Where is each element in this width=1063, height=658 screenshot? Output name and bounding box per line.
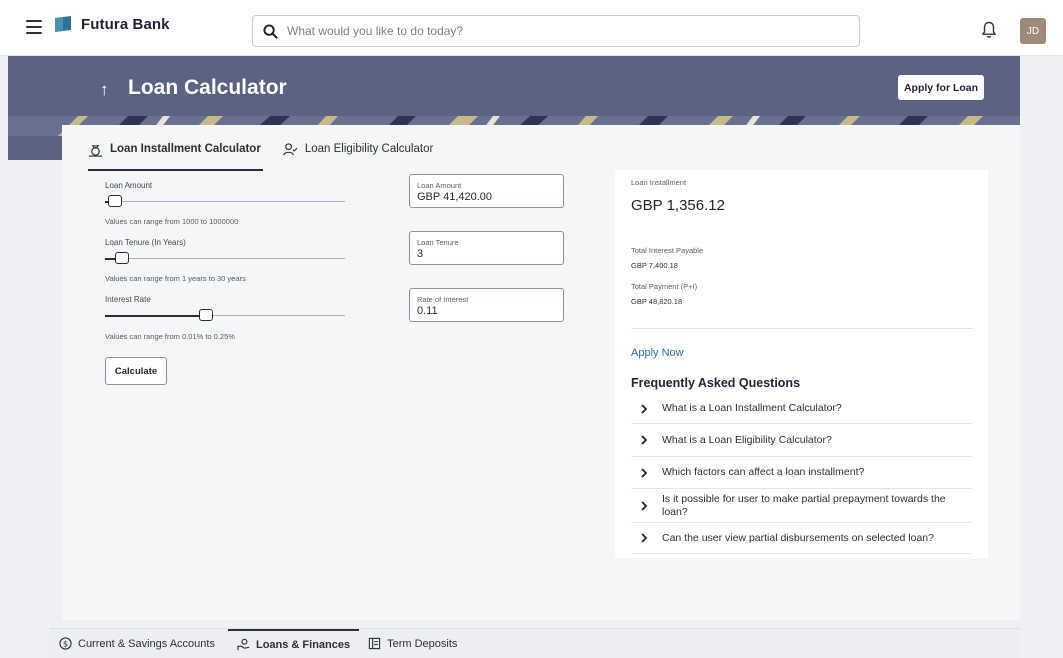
field-label: Rate of Interest — [417, 295, 469, 304]
dollar-circle-icon: $ — [59, 637, 72, 650]
money-bag-icon — [88, 145, 103, 157]
total-payment-value: GBP 48,820.18 — [631, 297, 683, 306]
search-input[interactable] — [287, 17, 859, 45]
faq-item[interactable]: Can the user view partial disbursements … — [631, 523, 972, 554]
user-avatar[interactable]: JD — [1020, 18, 1046, 44]
calculate-button[interactable]: Calculate — [105, 357, 167, 385]
loan-tenure-slider-thumb[interactable] — [114, 252, 129, 264]
nav-loans-finances[interactable]: Loans & Finances — [227, 628, 360, 658]
faq-question: What is a Loan Installment Calculator? — [662, 402, 842, 414]
tab-loan-eligibility-calculator[interactable]: Loan Eligibility Calculator — [283, 143, 435, 171]
svg-text:$: $ — [63, 639, 68, 649]
rate-of-interest-field[interactable]: Rate of Interest 0.11 — [409, 288, 564, 322]
loan-tenure-slider-track[interactable] — [105, 258, 345, 259]
loan-amount-slider-thumb[interactable] — [107, 195, 122, 207]
ledger-icon — [368, 637, 381, 650]
calculator-tabs: Loan Installment Calculator Loan Eligibi… — [88, 143, 455, 171]
loan-amount-field[interactable]: Loan Amount GBP 41,420.00 — [409, 174, 564, 208]
loan-amount-value[interactable]: GBP 41,420.00 — [417, 191, 563, 203]
back-arrow-icon[interactable]: ↑ — [100, 80, 109, 100]
menu-icon[interactable] — [26, 20, 42, 34]
apply-now-link[interactable]: Apply Now — [631, 347, 684, 359]
faq-question: Can the user view partial disbursements … — [662, 531, 934, 544]
interest-rate-slider-fill — [105, 314, 206, 317]
nav-label: Loans & Finances — [255, 638, 351, 651]
faq-item[interactable]: What is a Loan Installment Calculator? — [631, 394, 972, 424]
result-divider — [631, 328, 973, 329]
user-check-icon — [283, 143, 298, 156]
apply-for-loan-button[interactable]: Apply for Loan — [898, 75, 984, 100]
faq-item[interactable]: What is a Loan Eligibility Calculator? — [631, 424, 972, 457]
faq-question: Which factors can affect a loan installm… — [662, 466, 865, 478]
brand-logo[interactable]: Futura Bank — [54, 15, 170, 34]
futura-bank-logo-icon — [55, 16, 71, 32]
interest-rate-hint: Values can range from 0.01% to 0.25% — [105, 332, 235, 341]
bottom-navigation: $ Current & Savings Accounts Loans & Fin… — [50, 628, 1020, 658]
faq-question: Is it possible for user to make partial … — [662, 492, 946, 518]
tab-loan-installment-calculator[interactable]: Loan Installment Calculator — [88, 143, 263, 171]
search-box[interactable] — [252, 15, 860, 47]
tab-label: Loan Installment Calculator — [110, 143, 261, 155]
total-interest-value: GBP 7,400.18 — [631, 261, 678, 270]
rate-of-interest-value[interactable]: 0.11 — [417, 305, 563, 317]
faq-question: What is a Loan Eligibility Calculator? — [662, 433, 832, 446]
loan-amount-label: Loan Amount — [105, 181, 153, 190]
nav-label: Term Deposits — [387, 637, 458, 650]
loan-tenure-field[interactable]: Loan Tenure 3 — [409, 231, 564, 265]
chevron-right-icon — [641, 533, 648, 543]
page-title: Loan Calculator — [128, 76, 287, 99]
field-label: Loan Amount — [417, 181, 462, 190]
notification-bell-icon[interactable] — [981, 21, 997, 39]
chevron-right-icon — [641, 500, 648, 511]
search-icon — [263, 23, 278, 39]
tab-label: Loan Eligibility Calculator — [304, 143, 434, 155]
interest-rate-label: Interest Rate — [105, 295, 151, 304]
nav-label: Current & Savings Accounts — [78, 637, 215, 650]
nav-current-savings-accounts[interactable]: $ Current & Savings Accounts — [50, 629, 224, 658]
avatar-initials: JD — [1026, 25, 1040, 37]
chevron-right-icon — [641, 467, 648, 478]
installment-value: GBP 1,356.12 — [631, 197, 725, 214]
installment-label: Loan Installment — [631, 178, 687, 187]
faq-item[interactable]: Is it possible for user to make partial … — [631, 489, 972, 523]
loan-hand-icon — [237, 638, 250, 651]
interest-rate-slider-thumb[interactable] — [198, 309, 213, 321]
total-payment-label: Total Payment (P+I) — [631, 282, 698, 291]
total-interest-label: Total Interest Payable — [631, 246, 704, 255]
loan-tenure-value[interactable]: 3 — [417, 248, 563, 260]
field-label: Loan Tenure — [417, 238, 459, 247]
loan-tenure-hint: Values can range from 1 years to 30 year… — [105, 274, 246, 283]
loan-amount-hint: Values can range from 1000 to 1000000 — [105, 217, 239, 226]
chevron-right-icon — [641, 435, 648, 445]
loan-tenure-label: Loan Tenure (In Years) — [105, 238, 186, 247]
top-bar: Futura Bank JD — [0, 0, 1063, 56]
result-panel: Loan Installment GBP 1,356.12 Total Inte… — [615, 170, 988, 558]
brand-name: Futura Bank — [81, 16, 170, 33]
nav-term-deposits[interactable]: Term Deposits — [359, 629, 466, 658]
calculator-card: Loan Installment Calculator Loan Eligibi… — [62, 125, 1020, 620]
faq-title: Frequently Asked Questions — [631, 376, 801, 390]
chevron-right-icon — [641, 403, 648, 414]
faq-item[interactable]: Which factors can affect a loan installm… — [631, 457, 972, 489]
loan-amount-slider-track[interactable] — [105, 201, 345, 202]
